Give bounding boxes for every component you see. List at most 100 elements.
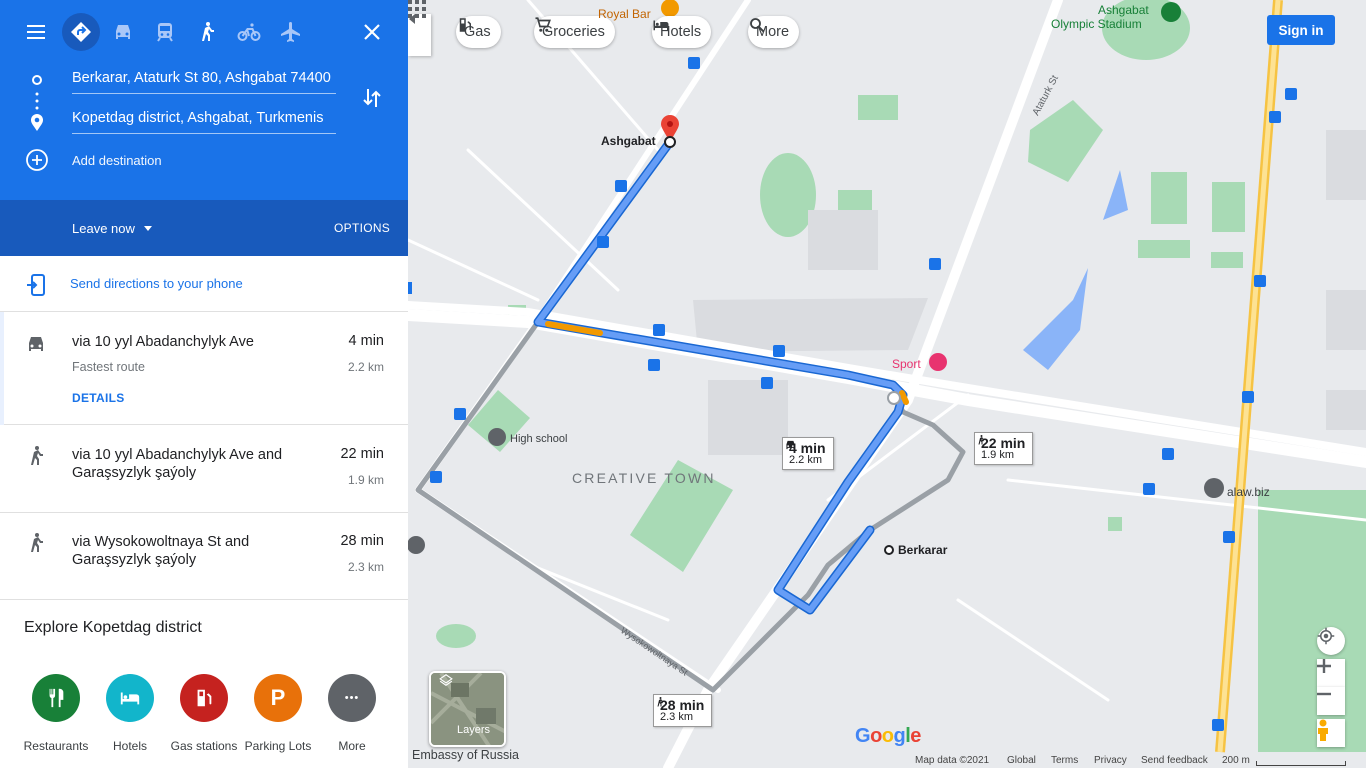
mode-cycling[interactable] [230, 13, 268, 51]
leave-now-dropdown[interactable]: Leave now [72, 221, 135, 236]
route-badge-walk-2[interactable]: 28 min 2.3 km [653, 694, 713, 727]
pegman-icon [1318, 719, 1328, 741]
label-high-school: High school [510, 433, 568, 445]
destination-input[interactable]: Kopetdag district, Ashgabat, Turkmenis [72, 108, 336, 134]
origin-dot-icon [32, 75, 42, 85]
google-logo: Google [855, 725, 921, 747]
route-time: 28 min [340, 533, 384, 549]
mode-transit[interactable] [146, 13, 184, 51]
route-dots-icon [35, 92, 39, 110]
send-to-phone-row[interactable]: Send directions to your phone [0, 256, 408, 312]
search-icon [750, 18, 765, 33]
sign-in-button[interactable]: Sign in [1267, 15, 1335, 45]
zoom-out-button[interactable] [1317, 687, 1345, 715]
label-stadium-1: Ashgabat [1098, 3, 1149, 17]
stadium-pin [1161, 2, 1181, 22]
badge-walk1-dist: 1.9 km [981, 449, 1015, 461]
privacy-link[interactable]: Privacy [1094, 755, 1127, 766]
car-icon [786, 440, 795, 450]
bed-icon [653, 20, 669, 31]
plane-icon [281, 22, 300, 42]
alaw-pin [1204, 478, 1224, 498]
mode-driving[interactable] [104, 13, 142, 51]
label-sport: Sport [892, 357, 921, 371]
plus-icon [1317, 659, 1331, 673]
app-root: Ataturk St Wysokowoltnaya St CREATIVE TO… [0, 0, 1366, 768]
origin-pin [884, 545, 894, 555]
close-icon[interactable] [360, 20, 384, 44]
route-time: 22 min [340, 446, 384, 462]
send-to-phone-label: Send directions to your phone [70, 276, 243, 291]
transit-icon [157, 23, 173, 42]
fork-knife-icon [32, 674, 80, 722]
directions-panel: Berkarar, Ataturk St 80, Ashgabat 74400 … [0, 0, 408, 768]
zoom-in-button[interactable] [1317, 659, 1345, 687]
scale-label: 200 m [1222, 755, 1250, 766]
street-view-pegman[interactable] [1317, 719, 1345, 747]
explore-restaurants[interactable]: Restaurants [19, 674, 93, 753]
global-link[interactable]: Global [1007, 755, 1036, 766]
route-time: 4 min [348, 333, 384, 349]
explore-hotels[interactable]: Hotels [93, 674, 167, 753]
label-ashgabat: Ashgabat [601, 134, 656, 148]
send-feedback-link[interactable]: Send feedback [1141, 755, 1208, 766]
bike-icon [237, 23, 261, 41]
map-data-label: Map data ©2021 [915, 755, 990, 766]
car-icon [29, 337, 43, 351]
chip-gas[interactable]: Gas [456, 16, 501, 48]
route-option-2[interactable]: via 10 yyl Abadanchylyk Ave and Garaşsyz… [0, 425, 408, 513]
badge-walk2-dist: 2.3 km [660, 711, 694, 723]
minus-icon [1317, 692, 1331, 696]
destination-pin-icon [31, 114, 43, 131]
walk-icon [657, 697, 664, 707]
mode-flights[interactable] [272, 13, 310, 51]
layers-button[interactable]: Layers [429, 671, 506, 747]
chip-hotels[interactable]: Hotels [652, 16, 712, 48]
label-alaw: alaw.biz [1227, 485, 1270, 499]
origin-input[interactable]: Berkarar, Ataturk St 80, Ashgabat 74400 [72, 68, 336, 94]
route-badge-walk-1[interactable]: 22 min 1.9 km [974, 432, 1034, 465]
map-graphics: Ataturk St Wysokowoltnaya St CREATIVE TO… [408, 0, 1366, 768]
route-option-1[interactable]: via 10 yyl Abadanchylyk Ave 4 min Fastes… [0, 312, 408, 425]
caret-down-icon[interactable] [144, 226, 152, 231]
scale-bar [1256, 761, 1346, 766]
label-stadium-2: Olympic Stadium [1051, 17, 1142, 31]
explore-title: Explore Kopetdag district [24, 619, 202, 636]
menu-icon[interactable] [24, 20, 48, 44]
apps-grid-icon[interactable] [408, 0, 426, 18]
route-badge-car[interactable]: 4 min 2.2 km [782, 437, 834, 470]
route-distance: 1.9 km [347, 473, 384, 487]
route-details-link[interactable]: DETAILS [72, 391, 125, 405]
gas-pump-icon [180, 674, 228, 722]
route-option-3[interactable]: via Wysokowoltnaya St and Garaşsyzlyk şa… [0, 513, 408, 600]
explore-gas-stations[interactable]: Gas stations [167, 674, 241, 753]
location-target-icon [1317, 627, 1335, 645]
explore-parking[interactable]: P Parking Lots [241, 674, 315, 753]
walk-icon [202, 22, 214, 41]
explore-more[interactable]: ••• More [315, 674, 389, 753]
map-canvas[interactable]: Ataturk St Wysokowoltnaya St CREATIVE TO… [408, 0, 1366, 768]
cart-icon [535, 17, 551, 32]
layers-icon [439, 674, 453, 686]
creative-town-label: CREATIVE TOWN [572, 470, 716, 486]
mode-best-route[interactable] [62, 13, 100, 51]
my-location-button[interactable] [1317, 627, 1345, 655]
swap-icon[interactable] [360, 86, 384, 110]
label-berkarar: Berkarar [898, 543, 948, 557]
terms-link[interactable]: Terms [1051, 755, 1078, 766]
chip-more[interactable]: More [748, 16, 800, 48]
bed-icon [106, 674, 154, 722]
add-destination-button[interactable]: Add destination [72, 153, 162, 168]
options-button[interactable]: OPTIONS [334, 221, 390, 235]
gas-pump-icon [459, 18, 471, 32]
route-subtitle: Fastest route [72, 360, 145, 374]
parking-icon: P [254, 674, 302, 722]
add-circle-icon[interactable] [25, 148, 49, 172]
badge-car-dist: 2.2 km [789, 454, 823, 466]
route-distance: 2.3 km [347, 560, 384, 574]
collapse-panel-button[interactable] [408, 14, 431, 56]
route-distance: 2.2 km [347, 360, 384, 374]
walk-icon [31, 446, 43, 465]
mode-walking[interactable] [188, 13, 226, 51]
layers-label: Layers [457, 724, 491, 736]
